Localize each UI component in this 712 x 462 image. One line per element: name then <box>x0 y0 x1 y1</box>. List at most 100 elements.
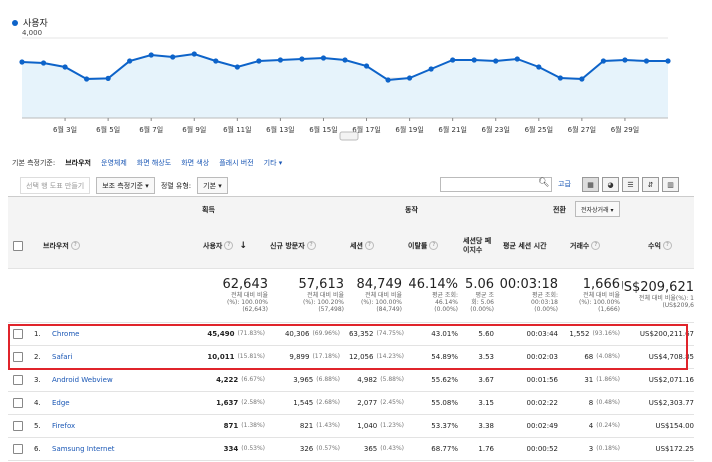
chart-collapse-handle <box>339 131 359 141</box>
total-cell: 46.14% 평균 조회: 46.14% (0.00%) <box>404 268 458 322</box>
total-subtext: (%): 100.20% <box>302 298 344 306</box>
table-row[interactable]: 6. Samsung Internet 334 (0.53%) 326 (0.57%) 36… <box>8 437 694 461</box>
new-users-value: 3,965 <box>293 375 314 384</box>
tab-screen-color[interactable]: 화면 색상 <box>181 158 209 168</box>
col-revenue[interactable]: 수익? <box>648 223 694 268</box>
total-cell: 00:03:18 평균 조회: 00:03:18 (0.00%) <box>500 268 558 322</box>
x-tick-label: 6월 13일 <box>266 125 294 134</box>
col-bounce-rate[interactable]: 이탈률? <box>408 223 458 268</box>
y-tick-label: 4,000 <box>22 29 42 37</box>
col-transactions[interactable]: 거래수? <box>570 223 610 268</box>
total-cell: 57,613 전체 대비 비율 (%): 100.20% (57,498) <box>266 268 345 322</box>
browser-link[interactable]: Edge <box>52 391 192 414</box>
primary-dimension-label: 기본 측정기준: <box>12 159 56 167</box>
data-point <box>320 55 327 61</box>
users-pct: (6.67%) <box>241 376 265 383</box>
new-users-pct: (6.88%) <box>316 376 340 383</box>
browser-link[interactable]: Firefox <box>52 414 192 437</box>
dimension-tabs: 기본 측정기준: 브라우저 운영체제 화면 해상도 화면 색상 플래시 버전 기… <box>12 158 282 168</box>
tab-screen-resolution[interactable]: 화면 해상도 <box>137 158 171 168</box>
pps-cell: 3.67 <box>478 375 494 384</box>
help-icon[interactable]: ? <box>224 241 234 250</box>
data-point <box>299 56 305 62</box>
help-icon[interactable]: ? <box>662 241 672 250</box>
tab-flash-version[interactable]: 플래시 버전 <box>219 158 253 168</box>
comparison-view-icon[interactable]: ⇵ <box>642 177 659 192</box>
table-row[interactable]: 5. Firefox 871 (1.38%) 821 (1.43%) 1,040 (1.23%… <box>8 414 694 438</box>
total-value: US$209,621 <box>622 280 694 295</box>
data-point <box>213 58 219 64</box>
help-icon[interactable]: ? <box>591 241 601 250</box>
row-checkbox[interactable] <box>13 420 23 431</box>
data-point <box>105 75 111 81</box>
total-cell: 84,749 전체 대비 비율 (%): 100.00% (84,749) <box>346 268 403 322</box>
tab-other[interactable]: 기타 ▾ <box>264 158 283 168</box>
new-users-pct: (1.43%) <box>316 422 340 429</box>
row-checkbox-cell <box>13 391 25 414</box>
total-subtext: 전체 대비 비율(%): 1 <box>638 295 694 302</box>
sort-type-select[interactable]: 기본 ▾ <box>197 177 228 194</box>
help-icon[interactable]: ? <box>429 241 439 250</box>
data-point <box>471 57 477 63</box>
users-pct: (1.38%) <box>241 422 265 429</box>
col-avg-duration[interactable]: 평균 세션 시간 <box>503 223 563 268</box>
data-point <box>19 59 25 65</box>
pivot-view-icon[interactable]: ▥ <box>662 177 679 192</box>
x-tick-label: 6월 25일 <box>525 125 553 134</box>
col-pages-per-session[interactable]: 세션당 페이지수 <box>463 223 493 268</box>
browser-link[interactable]: Samsung Internet <box>52 437 192 460</box>
col-users-label: 사용자 <box>203 241 223 250</box>
pps-cell: 3.15 <box>478 398 494 407</box>
table-view-icon[interactable]: ▦ <box>582 177 599 192</box>
tab-os[interactable]: 운영체제 <box>101 158 127 168</box>
row-checkbox[interactable] <box>13 397 23 408</box>
plot-rows-button[interactable]: 선택 행 도표 만들기 <box>20 177 91 194</box>
row-checkbox[interactable] <box>13 374 23 385</box>
tx-pct: (0.18%) <box>596 445 620 452</box>
total-value: 57,613 <box>298 276 345 292</box>
bounce-cell: 55.62% <box>431 375 458 384</box>
new-users-cell: 3,965 (6.88%) <box>270 368 340 391</box>
table-row[interactable]: 3. Android Webview 4,222 (6.67%) 3,965 (6.88%… <box>8 368 694 392</box>
help-icon[interactable]: ? <box>70 241 80 250</box>
row-index: 4. <box>34 398 41 407</box>
col-browser[interactable]: 브라우저? <box>43 223 183 268</box>
sessions-cell: 2,077 (2.45%) <box>346 391 404 414</box>
help-icon[interactable]: ? <box>306 241 316 250</box>
search-icon[interactable]: 🔍︎ <box>538 178 549 188</box>
total-subtext: (0.00%) <box>534 305 558 313</box>
group-acquisition: 획득 <box>202 206 215 214</box>
x-tick-label: 6월 15일 <box>309 125 337 134</box>
tx-cell: 31 (1.86%) <box>564 368 620 391</box>
table-row[interactable]: 4. Edge 1,637 (2.58%) 1,545 (2.68%) 2,077 (2.45… <box>8 391 694 415</box>
select-all-checkbox[interactable] <box>13 240 23 251</box>
data-point <box>600 58 607 64</box>
users-value: 871 <box>223 421 239 430</box>
total-value: 1,666 <box>582 276 620 292</box>
secondary-dimension-select[interactable]: 보조 측정기준 ▾ <box>96 177 155 194</box>
sessions-value: 1,040 <box>357 421 378 430</box>
tab-browser[interactable]: 브라우저 <box>65 158 91 168</box>
advanced-link[interactable]: 고급 <box>558 179 571 189</box>
pps-cell: 1.76 <box>478 444 494 453</box>
browser-link[interactable]: Android Webview <box>52 368 192 391</box>
help-icon[interactable]: ? <box>364 241 374 250</box>
col-new-users[interactable]: 신규 방문자? <box>270 223 340 268</box>
pie-view-icon[interactable]: ◕ <box>602 177 619 192</box>
total-subtext: (57,498) <box>318 305 344 313</box>
total-subtext: 회: 5.06 <box>471 298 494 306</box>
x-tick-label: 6월 5일 <box>96 125 120 134</box>
search-input[interactable] <box>440 177 552 192</box>
total-subtext: 전체 대비 비율 <box>307 291 344 299</box>
sort-desc-icon[interactable]: ↓ <box>239 241 247 251</box>
users-line-chart: 4,0002,0006월 3일6월 5일6월 7일6월 9일6월 11일6월 1… <box>19 29 671 141</box>
tx-pct: (0.24%) <box>596 422 620 429</box>
row-checkbox[interactable] <box>13 443 23 454</box>
performance-view-icon[interactable]: ☰ <box>622 177 639 192</box>
conversion-select[interactable]: 전자상거래 ▾ <box>575 201 620 217</box>
data-point <box>536 64 542 70</box>
col-browser-label: 브라우저 <box>43 241 69 250</box>
data-point <box>622 57 628 63</box>
table-toolbar: 선택 행 도표 만들기 보조 측정기준 ▾ 정렬 유형: 기본 ▾ <box>20 177 228 194</box>
col-sessions[interactable]: 세션? <box>350 223 400 268</box>
